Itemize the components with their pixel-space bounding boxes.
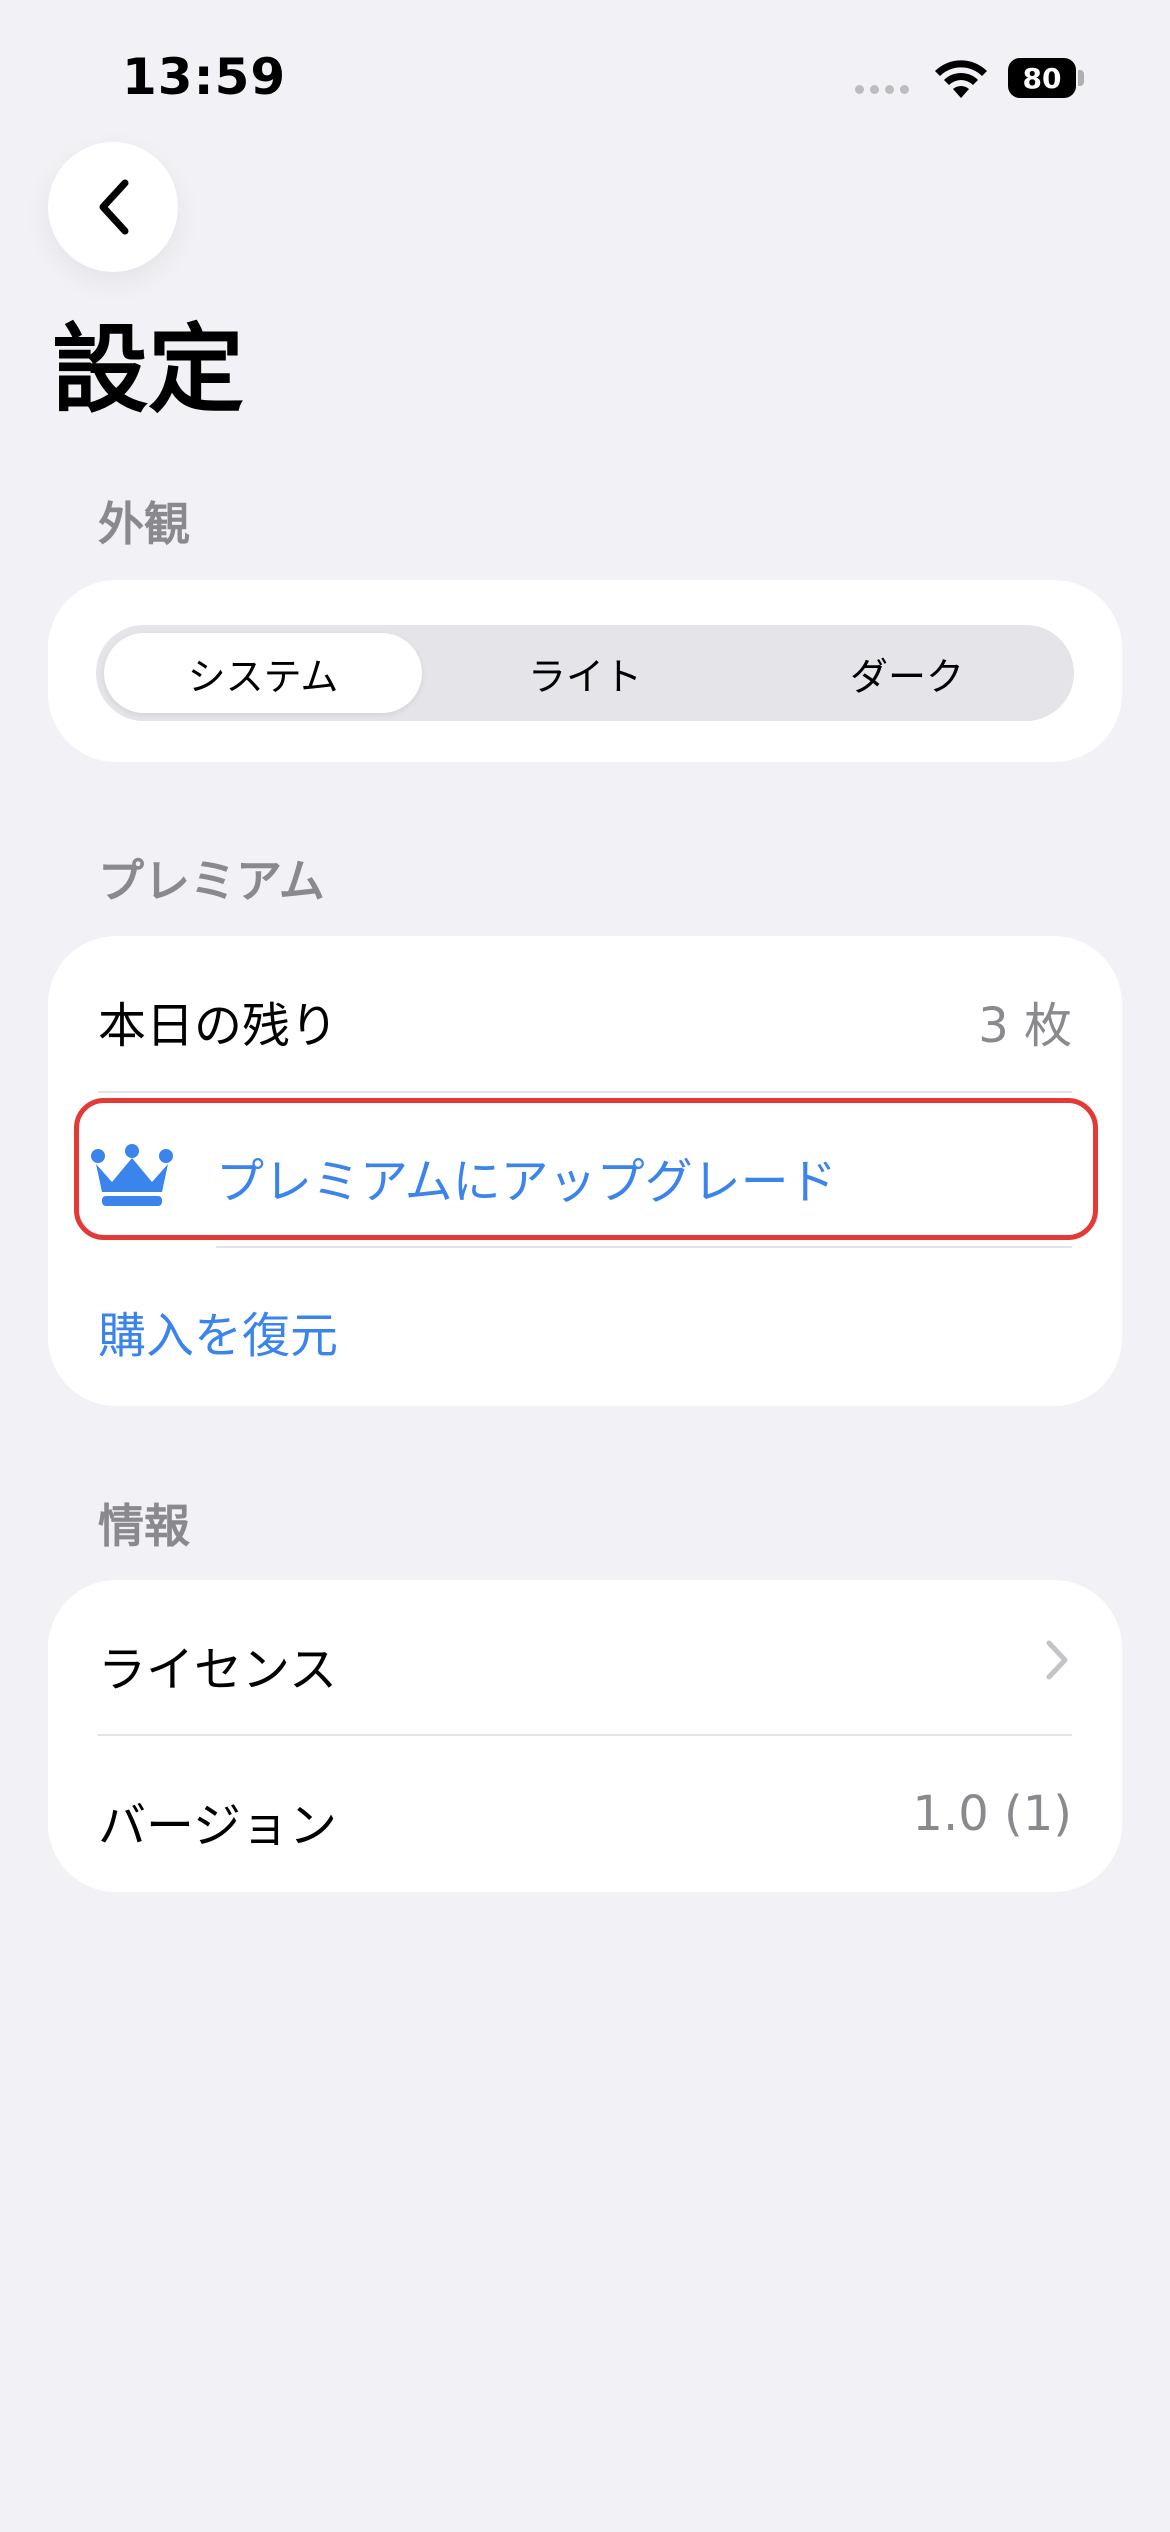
battery-icon: 80 [1008,58,1088,98]
page-title: 設定 [52,314,244,426]
license-row[interactable]: ライセンス [48,1580,1122,1736]
license-label: ライセンス [98,1642,338,1698]
segment-system[interactable]: システム [104,633,422,713]
chevron-left-icon [99,179,129,235]
highlight-box [74,1098,1098,1240]
segment-light[interactable]: ライト [426,633,744,713]
segment-dark[interactable]: ダーク [748,633,1066,713]
appearance-card: システム ライト ダーク [48,580,1122,762]
restore-purchase-button[interactable]: 購入を復元 [98,1296,338,1366]
remaining-value: 3 枚 [978,998,1072,1054]
section-header-premium: プレミアム [98,854,325,908]
divider [98,1734,1072,1736]
signal-icon [855,85,909,94]
info-card: ライセンス バージョン 1.0 (1) [48,1580,1122,1892]
section-header-info: 情報 [98,1499,190,1553]
section-header-appearance: 外観 [98,497,190,551]
wifi-icon [935,60,987,98]
remaining-label: 本日の残り [98,998,339,1054]
divider [98,1091,1072,1093]
chevron-right-icon [1046,1640,1068,1680]
version-value: 1.0 (1) [912,1786,1072,1842]
status-time: 13:59 [122,48,287,106]
appearance-segmented-control: システム ライト ダーク [96,625,1074,721]
divider [216,1246,1072,1248]
back-button[interactable] [48,142,178,272]
version-label: バージョン [98,1798,338,1854]
battery-level: 80 [1008,58,1076,98]
